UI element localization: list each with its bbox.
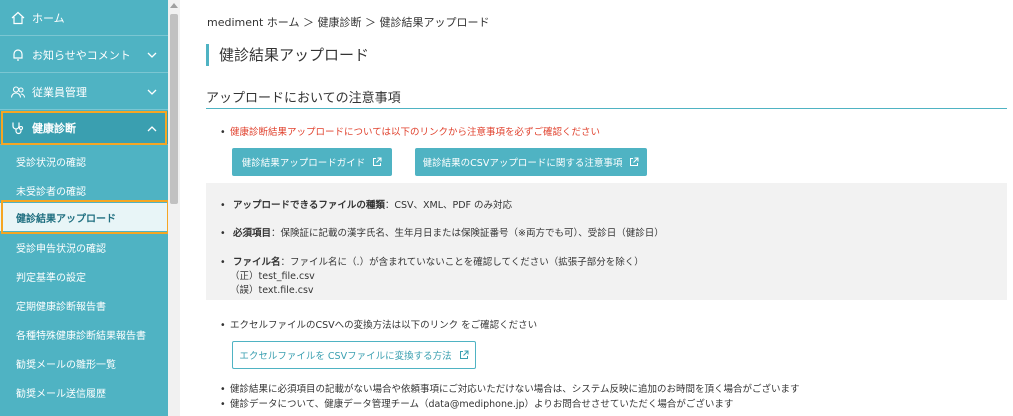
sidebar-item-label: 各種特殊健康診断結果報告書 [16,331,146,342]
sidebar-subitem-special-report[interactable]: 各種特殊健康診断結果報告書 [0,320,168,349]
sidebar-item-health-checkup[interactable]: 健康診断 [0,111,168,145]
sidebar-subitem-checkup-status[interactable]: 受診状況の確認 [0,147,168,176]
sidebar-item-label: 勧奨メールの雛形一覧 [16,360,116,371]
section-divider [206,108,1007,109]
sidebar-item-label: 判定基準の設定 [16,273,86,284]
sidebar-subitem-result-upload[interactable]: 健診結果アップロード [0,203,168,231]
sidebar-item-label: 未受診者の確認 [16,187,86,198]
sidebar-item-notifications[interactable]: お知らせやコメント [0,37,168,73]
sidebar-item-label: 従業員管理 [32,85,87,99]
excel-conversion-note: エクセルファイルのCSVへの変換方法は以下のリンク をご確認ください [220,317,537,331]
footer-note-contact: 健診データについて、健康データ管理チーム（data@mediphone.jp）よ… [220,396,733,410]
sidebar-subitem-mail-templates[interactable]: 勧奨メールの雛形一覧 [0,349,168,378]
csv-upload-notes-button[interactable]: 健診結果のCSVアップロードに関する注意事項 [415,148,647,176]
sidebar: ホーム お知らせやコメント 従業員管理 健康診断 受診状況の確認 未受診者の確認… [0,0,168,416]
sidebar-item-home[interactable]: ホーム [0,0,168,36]
sidebar-item-label: 健診結果アップロード [16,213,116,225]
chevron-down-icon[interactable] [146,49,158,61]
sidebar-item-label: 受診状況の確認 [16,158,86,169]
file-types-line: アップロードできるファイルの種類：CSV、XML、PDF のみ対応 [220,197,512,211]
external-link-icon [629,157,639,167]
main-content: mediment ホーム ＞ 健康診断 ＞ 健診結果アップロード 健診結果アップ… [180,0,1013,416]
sidebar-item-label: 定期健康診断報告書 [16,302,106,313]
sidebar-item-label: お知らせやコメント [32,48,131,62]
sidebar-item-employees[interactable]: 従業員管理 [0,74,168,110]
upload-warning-note: 健康診断結果アップロードについては以下のリンクから注意事項を必ずご確認ください [220,124,600,138]
filename-example-correct: （正）test_file.csv [230,271,315,282]
footer-note-missing-fields: 健診結果に必須項目の記載がない場合や依頼事項にご対応いただけない場合は、システム… [220,381,800,395]
sidebar-item-label: 健康診断 [32,121,76,135]
sidebar-scrollbar[interactable] [168,0,180,416]
bell-icon [10,47,26,63]
sidebar-subitem-periodic-report[interactable]: 定期健康診断報告書 [0,291,168,320]
sidebar-subitem-criteria-settings[interactable]: 判定基準の設定 [0,262,168,291]
sidebar-subitem-mail-history[interactable]: 勧奨メール送信履歴 [0,378,168,407]
sidebar-subitem-declaration-status[interactable]: 受診申告状況の確認 [0,233,168,262]
button-label: エクセルファイルを CSVファイルに変換する方法 [239,351,452,362]
chevron-down-icon[interactable] [146,86,158,98]
scroll-up-arrow-icon[interactable] [170,3,178,8]
external-link-icon [459,350,469,360]
filename-rule-line: ファイル名：ファイル名に（.）が含まれていないことを確認してください（拡張子部分… [220,254,644,268]
stethoscope-icon [10,120,26,136]
sidebar-subitem-unchecked-employees[interactable]: 未受診者の確認 [0,176,168,205]
button-label: 健診結果アップロードガイド [241,158,366,169]
external-link-icon [372,157,382,167]
filename-example-wrong: （誤）text.file.csv [230,285,314,296]
breadcrumb: mediment ホーム ＞ 健康診断 ＞ 健診結果アップロード [207,16,490,29]
sidebar-item-label: ホーム [32,11,65,25]
button-label: 健診結果のCSVアップロードに関する注意事項 [422,158,623,169]
page-title: 健診結果アップロード [206,44,369,66]
required-fields-line: 必須項目：保険証に記載の漢字氏名、生年月日または保険証番号（※両方でも可）、受診… [220,225,664,239]
upload-guide-button[interactable]: 健診結果アップロードガイド [232,148,392,176]
sidebar-item-label: 受診申告状況の確認 [16,244,106,255]
users-icon [10,84,26,100]
scrollbar-thumb[interactable] [170,14,178,204]
section-title: アップロードにおいての注意事項 [206,91,401,106]
excel-to-csv-guide-button[interactable]: エクセルファイルを CSVファイルに変換する方法 [232,341,476,369]
sidebar-item-label: 勧奨メール送信履歴 [16,389,106,400]
chevron-up-icon[interactable] [146,123,158,135]
home-icon [10,10,26,26]
upload-info-box: アップロードできるファイルの種類：CSV、XML、PDF のみ対応 必須項目：保… [206,183,1007,300]
